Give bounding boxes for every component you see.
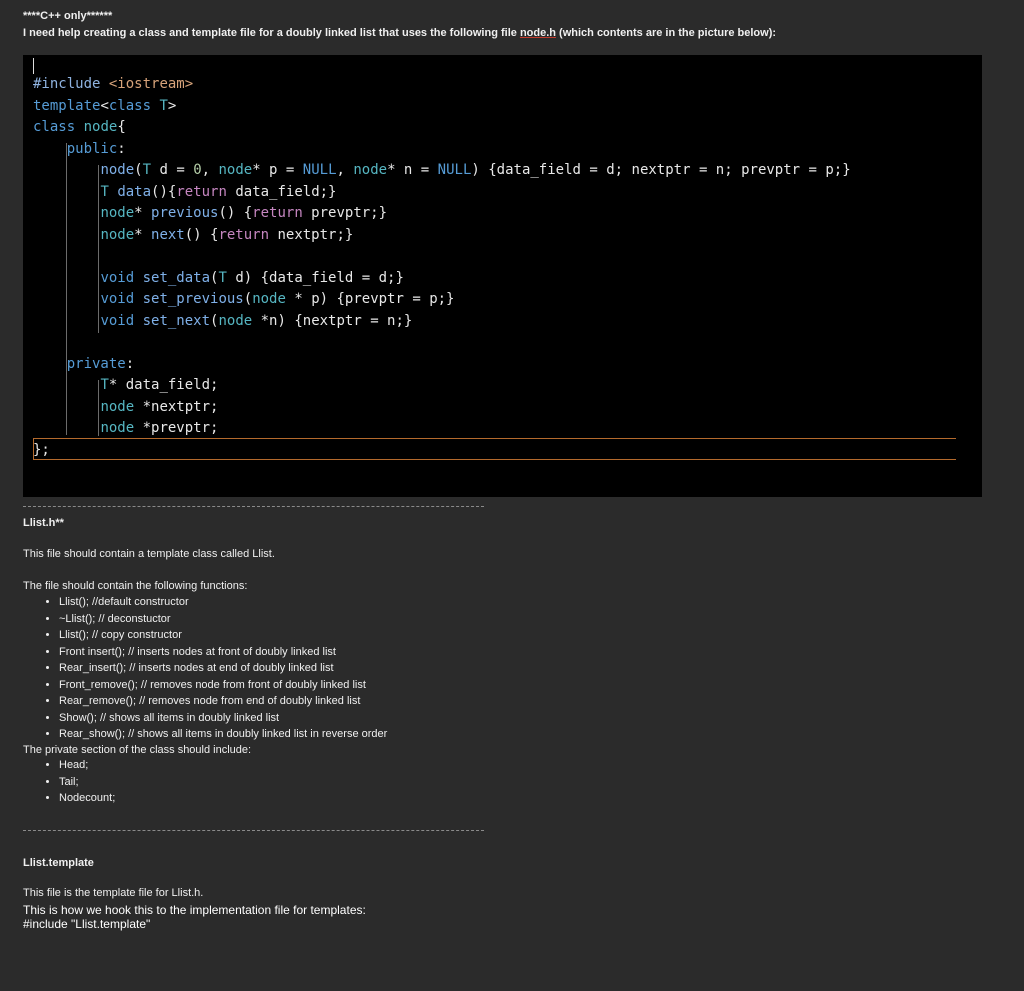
code-line: #include <iostream> bbox=[33, 76, 194, 92]
code-line: T data(){return data_field;} bbox=[100, 183, 337, 200]
functions-list: Llist(); //default constructor ~Llist();… bbox=[40, 594, 387, 743]
llist-h-description: This file should contain a template clas… bbox=[23, 548, 275, 560]
functions-intro: The file should contain the following fu… bbox=[23, 580, 248, 592]
code-line: node *prevptr; bbox=[100, 420, 219, 436]
code-line: }; bbox=[33, 441, 50, 458]
list-item: Front insert(); // inserts nodes at fron… bbox=[59, 644, 387, 661]
request-suffix: (which contents are in the picture below… bbox=[556, 27, 777, 39]
list-item: Nodecount; bbox=[59, 790, 115, 807]
section-divider bbox=[23, 830, 484, 831]
code-line: T* data_field; bbox=[100, 377, 219, 393]
code-line: public: bbox=[66, 140, 126, 157]
hook-text: This is how we hook this to the implemen… bbox=[23, 903, 366, 917]
code-line: node(T d = 0, node* p = NULL, node* n = … bbox=[100, 162, 851, 178]
section-divider bbox=[23, 506, 484, 507]
request-text: I need help creating a class and templat… bbox=[23, 27, 776, 39]
list-item: Llist(); // copy constructor bbox=[59, 627, 387, 644]
request-prefix: I need help creating a class and templat… bbox=[23, 27, 520, 39]
post-tag: ****C++ only****** bbox=[23, 10, 113, 22]
code-line: void set_previous(node * p) {prevptr = p… bbox=[100, 291, 455, 307]
llist-h-title: Llist.h** bbox=[23, 517, 64, 529]
list-item: Front_remove(); // removes node from fro… bbox=[59, 677, 387, 694]
list-item: Rear_show(); // shows all items in doubl… bbox=[59, 726, 387, 743]
list-item: Rear_remove(); // removes node from end … bbox=[59, 693, 387, 710]
code-line: void set_data(T d) {data_field = d;} bbox=[100, 269, 404, 286]
private-members-list: Head; Tail; Nodecount; bbox=[40, 757, 115, 807]
llist-template-description: This file is the template file for Llist… bbox=[23, 887, 204, 899]
code-block: #include <iostream> template<class T> cl… bbox=[33, 74, 851, 461]
list-item: Llist(); //default constructor bbox=[59, 594, 387, 611]
code-line: node *nextptr; bbox=[100, 398, 219, 415]
llist-template-title: Llist.template bbox=[23, 857, 94, 869]
list-item: Rear_insert(); // inserts nodes at end o… bbox=[59, 660, 387, 677]
code-line: class node{ bbox=[33, 119, 126, 135]
code-line: template<class T> bbox=[33, 97, 177, 114]
private-intro: The private section of the class should … bbox=[23, 744, 252, 756]
code-line: node* next() {return nextptr;} bbox=[100, 226, 354, 243]
include-line: #include "Llist.template" bbox=[23, 917, 151, 931]
code-line: void set_next(node *n) {nextptr = n;} bbox=[100, 312, 413, 329]
list-item: ~Llist(); // deconstuctor bbox=[59, 611, 387, 628]
node-h-link[interactable]: node.h bbox=[520, 27, 556, 39]
list-item: Head; bbox=[59, 757, 115, 774]
code-line: private: bbox=[66, 355, 135, 372]
list-item: Tail; bbox=[59, 774, 115, 791]
text-cursor bbox=[33, 58, 34, 74]
list-item: Show(); // shows all items in doubly lin… bbox=[59, 710, 387, 727]
code-line: node* previous() {return prevptr;} bbox=[100, 205, 388, 221]
